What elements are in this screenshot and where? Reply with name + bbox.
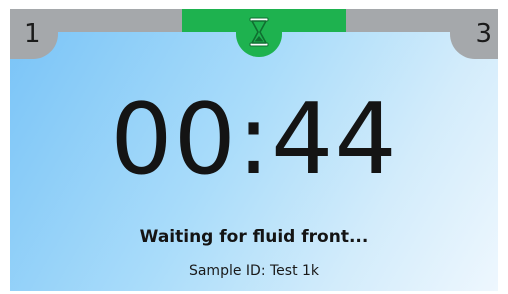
countdown-timer: 00:44	[110, 83, 398, 197]
device-screen: 1 3 00:44 Waiting for fluid front... Sam…	[10, 9, 498, 291]
step-1-indicator: 1	[10, 9, 58, 59]
active-step-indicator	[236, 9, 282, 57]
sample-id-label: Sample ID: Test 1k	[188, 263, 320, 279]
status-message: Waiting for fluid front...	[139, 227, 369, 247]
hourglass-icon	[249, 17, 269, 47]
step-3-indicator: 3	[450, 9, 498, 59]
